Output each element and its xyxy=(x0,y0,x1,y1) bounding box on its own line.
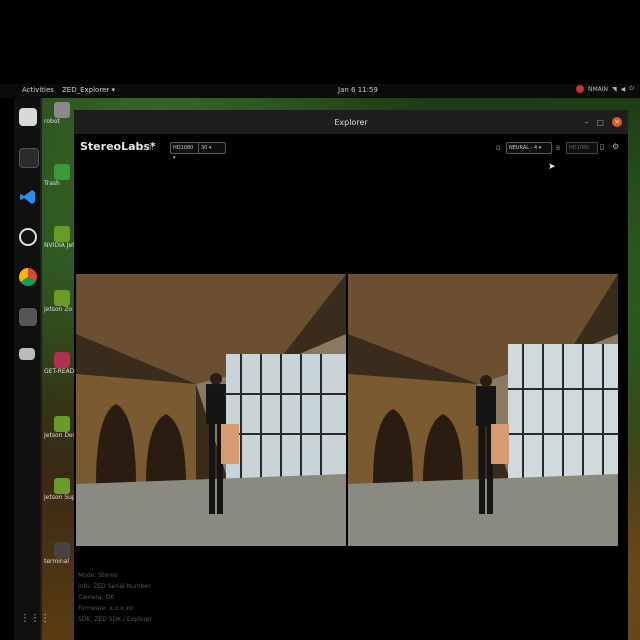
user-label: NMAIN xyxy=(587,85,608,93)
fps-select[interactable]: 30 ▾ xyxy=(198,142,226,154)
desktop-item[interactable]: GET-READY xyxy=(44,352,76,375)
terminal-icon[interactable] xyxy=(19,148,39,168)
desktop-item-label: GET-READY xyxy=(44,368,74,375)
desktop-item[interactable]: Jetson Developer Z xyxy=(44,416,76,439)
nvidia-icon xyxy=(54,416,70,432)
desktop-item-label: NVIDIA Jets Community xyxy=(44,242,74,249)
notification-icon[interactable] xyxy=(575,85,584,93)
files-icon[interactable] xyxy=(19,108,37,126)
chrome-icon[interactable] xyxy=(19,268,37,286)
log-line: Info: ZED Serial Number xyxy=(78,583,151,590)
status-log: Mode: Stereo Info: ZED Serial Number Cam… xyxy=(78,570,152,625)
desktop-item-label: Jetson Zo xyxy=(44,306,73,313)
clock[interactable]: Jan 6 11:59 xyxy=(338,86,378,94)
disk-icon[interactable] xyxy=(19,348,35,360)
left-camera-view[interactable] xyxy=(76,274,346,546)
desktop-item-label: Jetson Supp Forums xyxy=(44,494,74,501)
vscode-icon[interactable] xyxy=(19,188,37,206)
trash-icon xyxy=(54,164,70,180)
system-tray[interactable]: NMAIN ◥ ◀ ⏻ xyxy=(575,85,634,93)
log-line: Firmware: x.x.x.xx xyxy=(78,605,133,612)
desktop-item-label: Jetson Developer Z xyxy=(44,432,74,439)
b-label: B xyxy=(556,145,561,152)
mouse-cursor-icon: ➤ xyxy=(548,162,556,172)
depth-mode-select[interactable]: NEURAL - 4 ▾ xyxy=(506,142,552,154)
app-menu[interactable]: ZED_Explorer ▾ xyxy=(62,86,115,94)
log-line: SDK: ZED SDK / Explorer xyxy=(78,616,152,623)
window-titlebar[interactable]: Explorer – ▢ × xyxy=(74,110,628,134)
apps-grid-icon[interactable]: ⋮⋮⋮ xyxy=(20,613,50,624)
nvidia-icon xyxy=(54,478,70,494)
toolbar: StereoLabs* Cali HD1080 ▾ 30 ▾ D NEURAL … xyxy=(74,136,628,161)
record-icon[interactable]: ▯ xyxy=(600,142,608,152)
desktop-item-label: Trash xyxy=(44,180,60,187)
terminal-icon xyxy=(54,542,70,558)
desktop-item-label: terminal xyxy=(44,558,70,565)
nvidia-icon xyxy=(54,226,70,242)
top-bar: Activities ZED_Explorer ▾ Jan 6 11:59 NM… xyxy=(0,84,640,98)
log-line: Camera: OK xyxy=(78,594,115,601)
resolution-select[interactable]: HD1080 ▾ xyxy=(170,142,200,161)
explorer-window: Explorer – ▢ × StereoLabs* Cali HD1080 ▾… xyxy=(74,110,628,640)
network-icon[interactable]: ◥ xyxy=(612,86,617,93)
desktop-item-label: robot xyxy=(44,118,60,125)
log-line: Mode: Stereo xyxy=(78,572,118,579)
drive-icon[interactable] xyxy=(19,308,37,326)
activities-button[interactable]: Activities xyxy=(22,86,54,94)
depth-label: D xyxy=(496,145,501,152)
desktop-item[interactable]: terminal xyxy=(44,542,76,565)
home-folder-icon xyxy=(54,102,70,118)
settings-gear-icon[interactable]: ⚙ xyxy=(612,142,620,152)
close-icon[interactable]: × xyxy=(612,117,622,127)
sound-icon[interactable]: ◀ xyxy=(621,86,626,93)
right-camera-view[interactable] xyxy=(348,274,618,546)
desktop-item[interactable]: Jetson Supp Forums xyxy=(44,478,76,501)
document-icon xyxy=(54,352,70,368)
calibration-label: Cali xyxy=(142,145,154,152)
b-input[interactable]: HD1080 xyxy=(566,142,598,154)
desktop-item[interactable]: robot xyxy=(44,102,76,125)
maximize-icon[interactable]: ▢ xyxy=(596,118,604,127)
nvidia-icon xyxy=(54,290,70,306)
desktop-item[interactable]: Trash xyxy=(44,164,76,187)
desktop-item[interactable]: NVIDIA Jets Community xyxy=(44,226,76,249)
obs-icon[interactable] xyxy=(19,228,37,246)
minimize-icon[interactable]: – xyxy=(584,118,588,127)
dock: ⋮⋮⋮ xyxy=(14,98,50,640)
power-icon[interactable]: ⏻ xyxy=(629,85,634,93)
window-title: Explorer xyxy=(334,118,368,127)
desktop-item[interactable]: Jetson Zo xyxy=(44,290,76,313)
